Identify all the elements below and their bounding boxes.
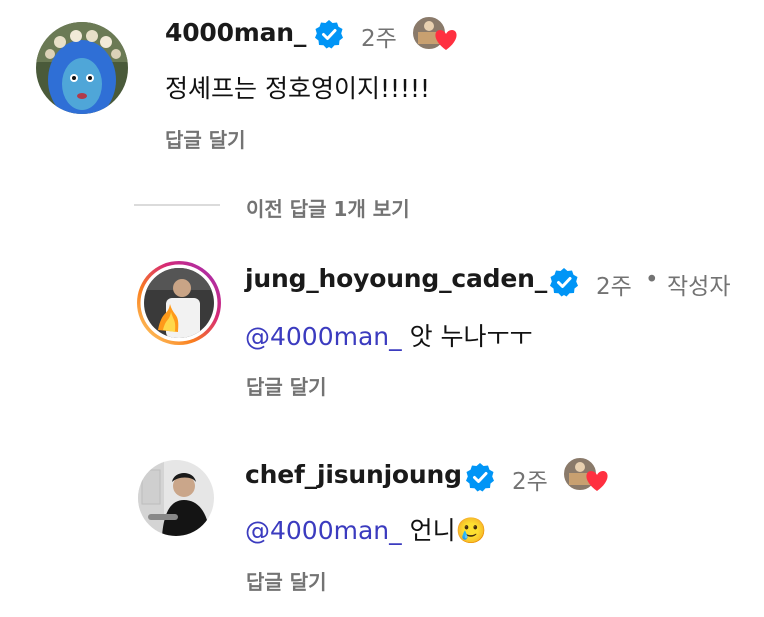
verified-badge-icon	[466, 463, 494, 492]
avatar[interactable]	[36, 22, 128, 114]
separator-dot: •	[645, 267, 659, 293]
comment-text: 정셰프는 정호영이지!!!!!	[165, 74, 431, 103]
mention-link[interactable]: @4000man_	[245, 322, 402, 351]
reply-username[interactable]: chef_jisunjoung	[245, 460, 462, 489]
reply-timestamp: 2주	[596, 274, 632, 300]
reply-button[interactable]: 답글 달기	[246, 371, 327, 400]
liked-by-author-icon	[411, 15, 457, 51]
comment-username[interactable]: 4000man_	[165, 18, 306, 47]
reply-text: @4000man_ 언니🥲	[245, 511, 487, 547]
verified-badge-icon	[550, 268, 578, 297]
reply-body: 앗 누나ㅜㅜ	[409, 322, 533, 351]
comment-timestamp: 2주	[361, 26, 397, 52]
liked-by-author-icon	[562, 456, 608, 492]
reply-text: @4000man_ 앗 누나ㅜㅜ	[245, 317, 533, 353]
author-badge: 작성자	[667, 274, 731, 300]
avatar-blue-face-icon	[36, 22, 128, 114]
avatar[interactable]	[136, 260, 222, 346]
reply-timestamp: 2주	[512, 469, 548, 495]
reply-username[interactable]: jung_hoyoung_caden_	[245, 264, 547, 293]
replies-divider	[134, 204, 220, 206]
view-previous-replies-button[interactable]: 이전 답글 1개 보기	[246, 193, 410, 222]
avatar-chef-icon	[138, 460, 214, 536]
reply-button[interactable]: 답글 달기	[246, 566, 327, 595]
avatar[interactable]	[138, 460, 214, 536]
reply-body: 언니🥲	[409, 516, 487, 545]
avatar-story-ring-icon	[137, 261, 221, 345]
reply-button[interactable]: 답글 달기	[165, 124, 246, 153]
verified-badge-icon	[315, 20, 343, 49]
mention-link[interactable]: @4000man_	[245, 516, 402, 545]
